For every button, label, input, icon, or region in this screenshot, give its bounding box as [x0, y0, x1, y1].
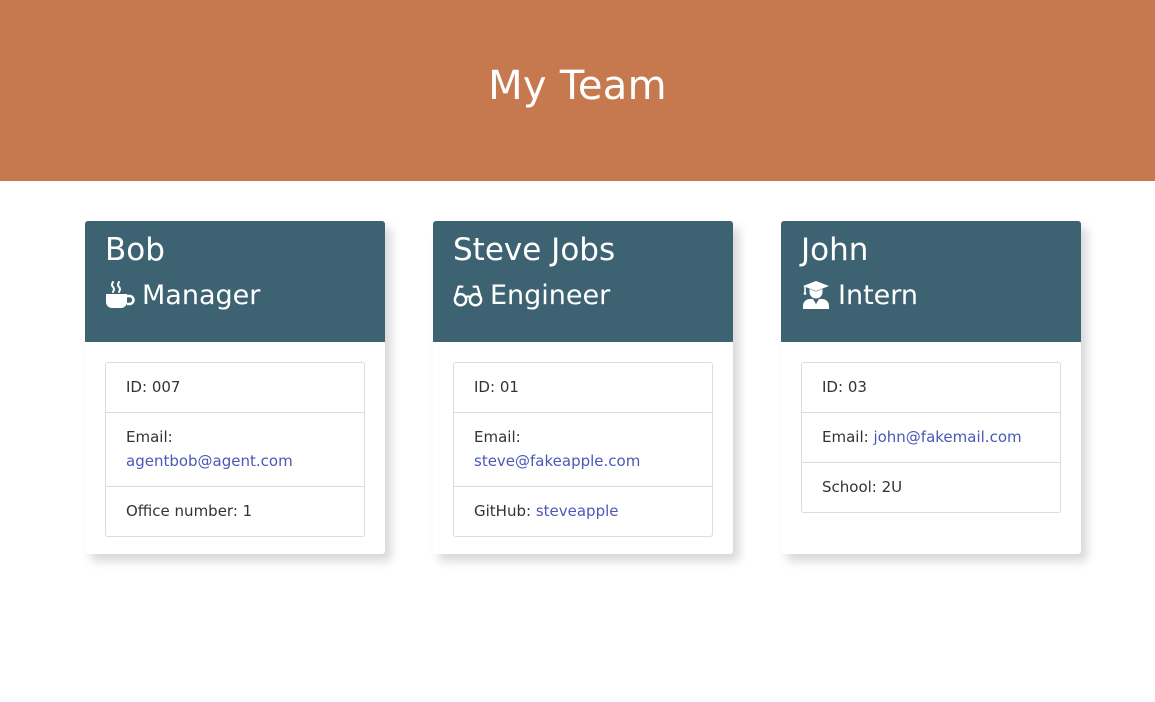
employee-role: Intern [801, 280, 1061, 310]
role-label: Engineer [490, 279, 611, 311]
id-value: 03 [847, 378, 867, 396]
id-item: ID: 03 [802, 363, 1060, 412]
employee-role: Manager [105, 280, 365, 310]
email-item: Email: steve@fakeapple.com [454, 412, 712, 486]
card-body: ID: 01 Email: steve@fakeapple.com GitHub… [433, 342, 733, 554]
page-title: My Team [488, 62, 667, 109]
office-number-label: Office number: [126, 502, 238, 520]
role-label: Manager [142, 279, 261, 311]
email-label: Email: [822, 428, 869, 446]
card-body: ID: 03 Email: john@fakemail.com School: … [781, 342, 1081, 533]
card-header: Bob Manager [85, 221, 385, 342]
employee-name: Bob [105, 232, 165, 268]
employee-role: Engineer [453, 280, 713, 310]
info-list: ID: 007 Email: agentbob@agent.com Office… [105, 362, 365, 537]
email-label: Email: [126, 428, 173, 446]
employee-card-engineer: Steve Jobs Engineer ID: 01 Email: steve@… [433, 221, 733, 554]
email-link[interactable]: steve@fakeapple.com [474, 452, 640, 470]
office-number-item: Office number: 1 [106, 486, 364, 536]
card-header: John Intern [781, 221, 1081, 342]
coffee-mug-icon [105, 280, 135, 310]
page-banner: My Team [0, 0, 1155, 181]
id-label: ID: [474, 378, 496, 396]
employee-name: Steve Jobs [453, 232, 616, 268]
id-item: ID: 01 [454, 363, 712, 412]
github-link[interactable]: steveapple [536, 502, 619, 520]
school-value: 2U [881, 478, 903, 496]
school-label: School: [822, 478, 877, 496]
employee-name: John [801, 232, 869, 268]
card-header: Steve Jobs Engineer [433, 221, 733, 342]
glasses-icon [453, 280, 483, 310]
graduate-icon [801, 280, 831, 310]
id-value: 007 [151, 378, 181, 396]
id-value: 01 [499, 378, 519, 396]
github-item: GitHub: steveapple [454, 486, 712, 536]
email-label: Email: [474, 428, 521, 446]
employee-card-intern: John Intern ID: 03 Email: john@fakemail.… [781, 221, 1081, 554]
id-item: ID: 007 [106, 363, 364, 412]
email-link[interactable]: agentbob@agent.com [126, 452, 293, 470]
office-number-value: 1 [242, 502, 253, 520]
email-link[interactable]: john@fakemail.com [873, 428, 1021, 446]
github-label: GitHub: [474, 502, 532, 520]
id-label: ID: [126, 378, 148, 396]
card-body: ID: 007 Email: agentbob@agent.com Office… [85, 342, 385, 554]
employee-card-manager: Bob Manager ID: 007 Email: agentbob@agen… [85, 221, 385, 554]
info-list: ID: 01 Email: steve@fakeapple.com GitHub… [453, 362, 713, 537]
id-label: ID: [822, 378, 844, 396]
info-list: ID: 03 Email: john@fakemail.com School: … [801, 362, 1061, 513]
role-label: Intern [838, 279, 919, 311]
email-item: Email: agentbob@agent.com [106, 412, 364, 486]
email-item: Email: john@fakemail.com [802, 412, 1060, 462]
school-item: School: 2U [802, 462, 1060, 512]
